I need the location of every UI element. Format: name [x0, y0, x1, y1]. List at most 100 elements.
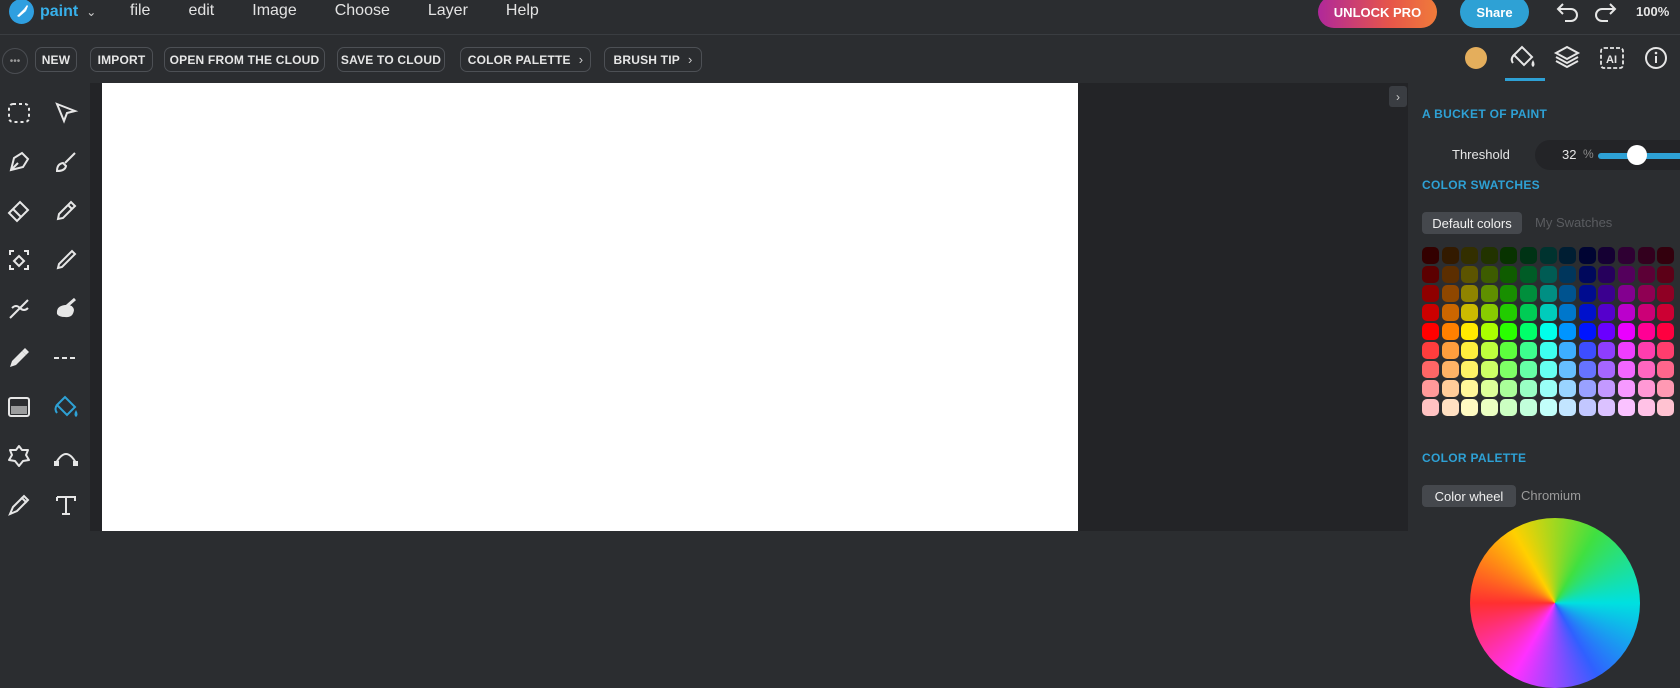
color-swatch[interactable]: [1657, 304, 1675, 321]
color-swatch[interactable]: [1598, 266, 1616, 283]
color-swatch[interactable]: [1520, 266, 1537, 283]
color-swatch[interactable]: [1657, 285, 1675, 302]
color-swatch[interactable]: [1657, 247, 1675, 264]
current-color-swatch[interactable]: [1465, 47, 1487, 69]
tab-chromium[interactable]: Chromium: [1521, 488, 1581, 503]
color-swatch[interactable]: [1578, 399, 1596, 416]
text-icon[interactable]: [51, 490, 81, 520]
color-swatch[interactable]: [1480, 399, 1498, 416]
more-options-icon[interactable]: •••: [2, 48, 28, 74]
collapse-panel-icon[interactable]: ›: [1389, 86, 1407, 107]
color-swatch[interactable]: [1559, 285, 1577, 302]
color-swatch[interactable]: [1637, 380, 1655, 397]
color-swatch[interactable]: [1559, 399, 1577, 416]
color-swatch[interactable]: [1598, 247, 1616, 264]
color-swatch[interactable]: [1657, 266, 1675, 283]
color-swatch[interactable]: [1480, 266, 1498, 283]
color-swatch[interactable]: [1520, 323, 1537, 340]
color-swatch[interactable]: [1480, 342, 1498, 359]
import-button[interactable]: IMPORT: [90, 47, 153, 72]
color-swatch[interactable]: [1539, 380, 1557, 397]
color-swatch[interactable]: [1598, 285, 1616, 302]
color-swatch[interactable]: [1618, 323, 1635, 340]
tab-default-colors[interactable]: Default colors: [1422, 212, 1522, 234]
new-button[interactable]: NEW: [35, 47, 77, 72]
color-swatch[interactable]: [1422, 285, 1439, 302]
share-button[interactable]: Share: [1460, 0, 1529, 28]
color-swatch[interactable]: [1618, 399, 1635, 416]
color-swatch[interactable]: [1598, 399, 1616, 416]
color-swatch[interactable]: [1618, 304, 1635, 321]
tab-color-wheel[interactable]: Color wheel: [1422, 485, 1516, 507]
color-swatch[interactable]: [1657, 361, 1675, 378]
color-swatch[interactable]: [1441, 266, 1459, 283]
color-swatch[interactable]: [1578, 323, 1596, 340]
color-swatch[interactable]: [1618, 361, 1635, 378]
color-swatch[interactable]: [1461, 266, 1479, 283]
color-swatch[interactable]: [1559, 380, 1577, 397]
color-swatch[interactable]: [1559, 323, 1577, 340]
color-swatch[interactable]: [1441, 380, 1459, 397]
marker-icon[interactable]: [4, 343, 34, 373]
color-swatch[interactable]: [1480, 304, 1498, 321]
color-swatch[interactable]: [1637, 266, 1655, 283]
eraser-icon[interactable]: [4, 196, 34, 226]
color-swatch[interactable]: [1520, 285, 1537, 302]
color-swatch[interactable]: [1520, 342, 1537, 359]
brush-tip-button[interactable]: BRUSH TIP ›: [604, 47, 702, 72]
color-swatch[interactable]: [1539, 361, 1557, 378]
color-swatch[interactable]: [1637, 361, 1655, 378]
color-swatch[interactable]: [1500, 266, 1518, 283]
color-swatch[interactable]: [1422, 266, 1439, 283]
color-swatch[interactable]: [1441, 304, 1459, 321]
color-palette-button[interactable]: COLOR PALETTE ›: [460, 47, 591, 72]
color-swatch[interactable]: [1480, 323, 1498, 340]
color-swatch[interactable]: [1598, 342, 1616, 359]
color-swatch[interactable]: [1520, 380, 1537, 397]
color-swatch[interactable]: [1657, 323, 1675, 340]
color-swatch[interactable]: [1539, 342, 1557, 359]
color-swatch[interactable]: [1422, 304, 1439, 321]
color-swatch[interactable]: [1480, 285, 1498, 302]
layers-icon[interactable]: [1553, 44, 1581, 75]
color-swatch[interactable]: [1539, 304, 1557, 321]
tab-my-swatches[interactable]: My Swatches: [1535, 215, 1612, 230]
color-swatch[interactable]: [1578, 380, 1596, 397]
color-swatch[interactable]: [1422, 323, 1439, 340]
color-swatch[interactable]: [1618, 266, 1635, 283]
color-swatch[interactable]: [1559, 304, 1577, 321]
zoom-level[interactable]: 100%: [1636, 4, 1669, 19]
color-swatch[interactable]: [1559, 361, 1577, 378]
color-swatch[interactable]: [1441, 285, 1459, 302]
color-swatch[interactable]: [1657, 342, 1675, 359]
brush-icon[interactable]: [51, 147, 81, 177]
threshold-value[interactable]: 32: [1562, 147, 1576, 162]
color-swatch[interactable]: [1618, 247, 1635, 264]
color-swatch[interactable]: [1598, 323, 1616, 340]
color-swatch[interactable]: [1539, 399, 1557, 416]
color-swatch[interactable]: [1578, 266, 1596, 283]
rectangle-select-icon[interactable]: [4, 98, 34, 128]
unlock-pro-button[interactable]: UNLOCK PRO: [1318, 0, 1437, 28]
pointer-icon[interactable]: [51, 98, 81, 128]
color-swatch[interactable]: [1618, 342, 1635, 359]
color-swatch[interactable]: [1500, 285, 1518, 302]
menu-edit[interactable]: edit: [188, 2, 214, 20]
color-swatch[interactable]: [1559, 247, 1577, 264]
color-swatch[interactable]: [1618, 380, 1635, 397]
color-swatch[interactable]: [1578, 304, 1596, 321]
color-swatch[interactable]: [1422, 380, 1439, 397]
drawing-canvas[interactable]: [102, 83, 1078, 531]
color-swatch[interactable]: [1539, 323, 1557, 340]
color-swatch[interactable]: [1461, 285, 1479, 302]
color-swatch[interactable]: [1520, 247, 1537, 264]
color-swatch[interactable]: [1500, 361, 1518, 378]
undo-icon[interactable]: [1555, 0, 1581, 27]
color-swatch[interactable]: [1500, 380, 1518, 397]
color-swatch[interactable]: [1598, 361, 1616, 378]
pencil-icon[interactable]: [51, 196, 81, 226]
color-swatch[interactable]: [1461, 323, 1479, 340]
color-swatch[interactable]: [1500, 342, 1518, 359]
app-logo[interactable]: paint ⌄: [9, 0, 96, 24]
highlighter-icon[interactable]: [4, 490, 34, 520]
